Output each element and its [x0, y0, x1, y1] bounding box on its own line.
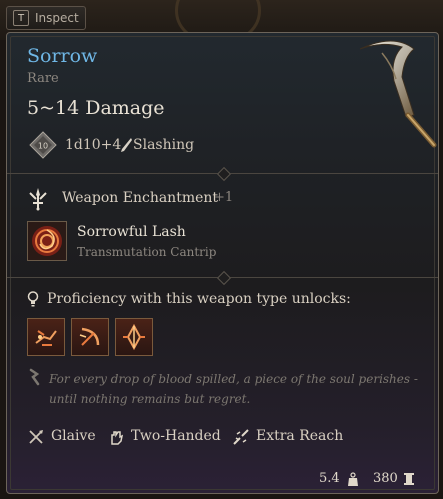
spell-icon-frame[interactable] [27, 221, 67, 261]
damage-dice: 1d10+4 [65, 137, 122, 153]
extra-reach-icon [233, 429, 249, 445]
item-price: 380 [373, 471, 398, 486]
property-extra-reach: Extra Reach [256, 428, 344, 444]
two-handed-icon [111, 431, 124, 445]
glaive-icon [29, 430, 43, 444]
quote-icon [29, 368, 40, 386]
spell-school: Transmutation Cantrip [77, 245, 217, 259]
item-rarity: Rare [27, 71, 59, 86]
damage-type: Slashing [133, 137, 195, 153]
property-two-handed: Two-Handed [131, 428, 221, 444]
item-name: Sorrow [27, 45, 98, 67]
enchantment-label: Weapon Enchantment [62, 190, 219, 206]
inspect-tab[interactable]: T Inspect [6, 6, 86, 30]
action-icon-1 [35, 330, 57, 346]
glaive-image [359, 40, 437, 148]
weight-icon [348, 472, 358, 486]
proficiency-action-3[interactable] [115, 318, 153, 356]
flavor-text: For every drop of blood spilled, a piece… [49, 372, 418, 406]
weapon-enchantment-icon [29, 188, 47, 211]
proficiency-label: Proficiency with this weapon type unlock… [47, 291, 351, 307]
keybind-key: T [13, 10, 29, 26]
die-face-label: 10 [38, 142, 48, 151]
spell-name: Sorrowful Lash [77, 224, 186, 240]
item-weight: 5.4 [319, 471, 340, 486]
item-tooltip: Sorrow Rare 5~14 Damage 10 1d10+4 Slashi… [6, 32, 439, 494]
damage-range: 5~14 Damage [27, 97, 165, 119]
proficiency-action-2[interactable] [71, 318, 109, 356]
action-icon-2 [79, 327, 100, 346]
gold-coins-icon [404, 473, 414, 485]
enchantment-bonus: +1 [214, 190, 234, 205]
property-glaive: Glaive [51, 428, 96, 444]
proficiency-action-1[interactable] [27, 318, 65, 356]
d10-die-icon: 10 [29, 131, 57, 159]
inspect-label: Inspect [35, 11, 79, 25]
action-icon-3 [123, 323, 145, 351]
lightbulb-icon [27, 291, 39, 307]
sorrowful-lash-icon [32, 226, 62, 256]
slashing-icon [121, 138, 132, 152]
